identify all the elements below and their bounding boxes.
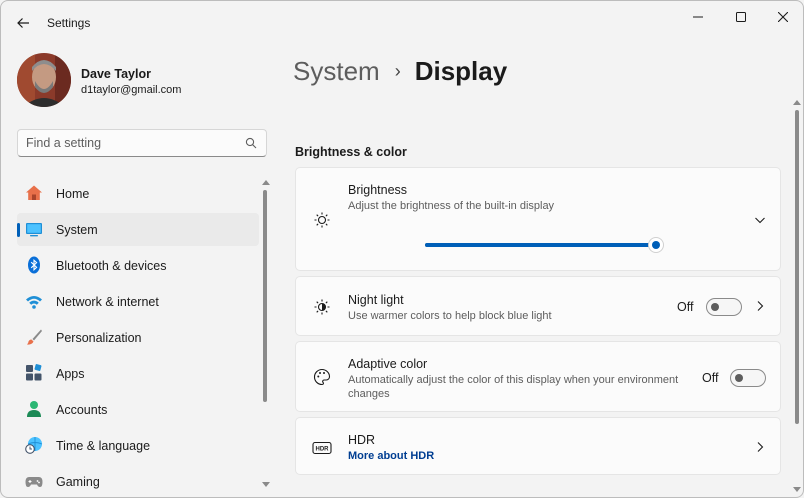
hdr-title: HDR (348, 433, 376, 447)
chevron-down-icon[interactable] (754, 214, 766, 226)
sidebar-item-label: Home (56, 187, 90, 201)
hdr-icon-text: HDR (316, 447, 330, 453)
brightness-slider[interactable] (425, 237, 665, 253)
search-icon[interactable] (245, 137, 257, 149)
brush-icon (27, 329, 42, 345)
wifi-icon (26, 296, 42, 309)
minimize-icon (693, 16, 703, 18)
sidebar-nav: Home System Bluetooth & devices Network … (1, 176, 271, 497)
close-icon (778, 12, 788, 22)
scrollbar-thumb[interactable] (795, 110, 799, 424)
home-icon (26, 185, 42, 200)
accounts-icon (27, 401, 41, 417)
gamepad-icon (25, 477, 43, 487)
sidebar-scrollbar[interactable] (260, 176, 272, 491)
toggle-knob (711, 303, 719, 311)
back-button[interactable] (11, 11, 35, 35)
title-bar: Settings (1, 1, 803, 45)
settings-window: Settings Dave Taylor d1taylor@gmail.com (0, 0, 804, 498)
night-light-card[interactable]: Night light Use warmer colors to help bl… (295, 276, 781, 336)
search-input[interactable] (26, 136, 226, 150)
night-light-description: Use warmer colors to help block blue lig… (348, 310, 552, 322)
sidebar-item-label: Personalization (56, 331, 142, 345)
search-box[interactable] (17, 129, 267, 157)
brightness-title: Brightness (348, 183, 408, 197)
adaptive-color-state: Off (702, 371, 719, 385)
sidebar-item-label: Accounts (56, 403, 108, 417)
sidebar-item-label: Time & language (56, 439, 151, 453)
hdr-icon: HDR (312, 441, 332, 455)
chevron-right-icon[interactable] (754, 441, 766, 453)
chevron-right-icon[interactable] (754, 300, 766, 312)
adaptive-color-toggle[interactable] (730, 369, 766, 387)
avatar[interactable] (17, 53, 71, 107)
maximize-icon (736, 12, 746, 22)
back-arrow-icon (17, 18, 29, 28)
brightness-card[interactable]: Brightness Adjust the brightness of the … (295, 167, 781, 271)
maximize-button[interactable] (721, 3, 761, 31)
scroll-up-icon[interactable] (793, 100, 801, 105)
app-title: Settings (47, 16, 91, 30)
bluetooth-icon (28, 256, 40, 274)
scroll-down-icon[interactable] (793, 487, 801, 492)
sidebar-item-personalization[interactable]: Personalization (17, 321, 259, 354)
sidebar-item-network[interactable]: Network & internet (17, 285, 259, 318)
content-scrollbar[interactable] (791, 96, 803, 496)
minimize-button[interactable] (678, 3, 718, 31)
night-light-icon (314, 299, 330, 315)
user-name: Dave Taylor (81, 67, 151, 81)
sidebar-item-home[interactable]: Home (17, 177, 259, 210)
sun-icon (314, 212, 330, 228)
sidebar-item-gaming[interactable]: Gaming (17, 465, 259, 497)
hdr-card[interactable]: HDR HDR More about HDR (295, 417, 781, 475)
selection-indicator (17, 223, 20, 237)
sidebar-item-accounts[interactable]: Accounts (17, 393, 259, 426)
brightness-description: Adjust the brightness of the built-in di… (348, 200, 555, 212)
adaptive-color-description-line2: changes (348, 388, 390, 400)
breadcrumb-parent[interactable]: System (293, 56, 380, 87)
apps-icon (26, 364, 42, 381)
adaptive-color-title: Adaptive color (348, 357, 428, 371)
breadcrumb-separator-icon: › (394, 60, 401, 81)
clock-globe-icon (25, 437, 43, 454)
night-light-title: Night light (348, 293, 404, 307)
sidebar-item-label: System (56, 223, 98, 237)
night-light-toggle[interactable] (706, 298, 742, 316)
sidebar-item-time-language[interactable]: Time & language (17, 429, 259, 462)
scroll-up-icon[interactable] (262, 180, 270, 185)
sidebar-item-label: Apps (56, 367, 85, 381)
sidebar-item-label: Bluetooth & devices (56, 259, 167, 273)
hdr-more-link[interactable]: More about HDR (348, 450, 434, 462)
adaptive-color-card[interactable]: Adaptive color Automatically adjust the … (295, 341, 781, 412)
slider-thumb[interactable] (648, 237, 665, 253)
night-light-state: Off (677, 300, 694, 314)
user-email: d1taylor@gmail.com (81, 84, 182, 96)
adaptive-color-description-line1: Automatically adjust the color of this d… (348, 374, 679, 386)
sidebar-item-bluetooth[interactable]: Bluetooth & devices (17, 249, 259, 282)
sidebar-item-label: Gaming (56, 475, 100, 489)
section-title: Brightness & color (295, 145, 407, 159)
slider-fill (425, 243, 657, 247)
scrollbar-thumb[interactable] (263, 190, 267, 402)
toggle-knob (735, 374, 743, 382)
page-title: Display (414, 55, 508, 86)
sidebar-item-system[interactable]: System (17, 213, 259, 246)
palette-icon (314, 368, 331, 386)
scroll-down-icon[interactable] (262, 482, 270, 487)
close-button[interactable] (763, 3, 803, 31)
system-icon (26, 223, 42, 237)
sidebar-item-apps[interactable]: Apps (17, 357, 259, 390)
user-photo-icon (17, 53, 71, 107)
breadcrumb: System › Display (293, 53, 507, 89)
sidebar-item-label: Network & internet (56, 295, 159, 309)
